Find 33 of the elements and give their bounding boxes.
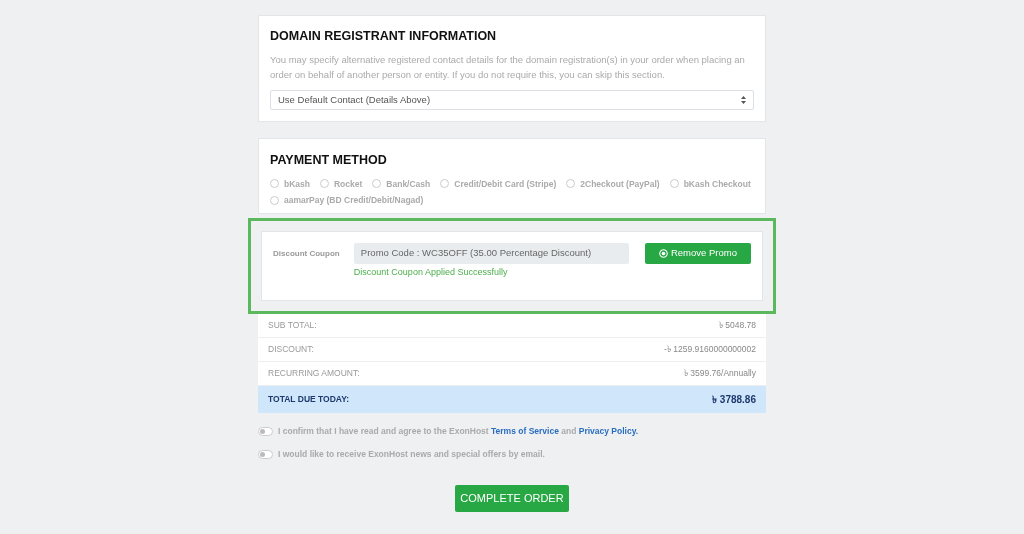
success-message: Discount Coupon Applied Successfully — [353, 266, 509, 279]
total-value: ৳ 3599.76/Annually — [683, 367, 756, 380]
remove-promo-button[interactable]: Remove Promo — [644, 243, 751, 264]
select-arrows-icon — [741, 95, 746, 104]
total-value: ৳ 3788.86 — [712, 393, 756, 407]
total-label: RECURRING AMOUNT: — [268, 367, 360, 380]
total-label: SUB TOTAL: — [268, 319, 317, 332]
total-value: -৳ 1259.9160000000002 — [664, 343, 756, 356]
complete-order-button[interactable]: COMPLETE ORDER — [455, 484, 569, 512]
toggle-switch[interactable] — [258, 426, 273, 436]
promo-code-field[interactable]: Promo Code : WC35OFF (35.00 Percentage Discount) — [353, 243, 629, 264]
policy-link[interactable]: Privacy Policy. — [578, 426, 639, 436]
payment-option[interactable]: Credit/Debit Card (Stripe) — [440, 177, 557, 191]
payment-option[interactable]: Rocket — [320, 177, 363, 191]
close-circle-icon — [658, 249, 668, 258]
agreement-text: I would like to receive ExonHost news and special offers by email. — [278, 447, 545, 461]
toggle-switch[interactable] — [258, 449, 273, 459]
payment-option[interactable]: Bank/Cash — [372, 177, 431, 191]
payment-option[interactable]: 2Checkout (PayPal) — [566, 177, 660, 191]
total-label: TOTAL DUE TODAY: — [268, 393, 350, 406]
section-description: You may specify alternative registered contact details for the domain registration(s) in your order when placing an order on behalf of another person or entity. If you do not require this, you can skip this section. — [270, 52, 746, 82]
payment-option[interactable]: aamarPay (BD Credit/Debit/Nagad) — [270, 194, 424, 207]
agreement-text: I confirm that I have read and agree to the ExonHost Terms of Service and Privacy Policy. — [278, 425, 639, 438]
payment-option[interactable]: bKash — [270, 177, 310, 191]
policy-link[interactable]: Terms of Service — [491, 426, 559, 436]
section-title: DOMAIN REGISTRANT INFORMATION — [270, 28, 498, 45]
select-value: Use Default Contact (Details Above) — [278, 92, 431, 107]
contact-select[interactable]: Use Default Contact (Details Above) — [270, 89, 754, 110]
total-label: DISCOUNT: — [268, 343, 314, 356]
payment-option[interactable]: bKash Checkout — [669, 177, 751, 191]
total-value: ৳ 5048.78 — [718, 319, 756, 332]
coupon-label: Discount Coupon — [273, 248, 341, 260]
section-title: PAYMENT METHOD — [270, 151, 388, 169]
